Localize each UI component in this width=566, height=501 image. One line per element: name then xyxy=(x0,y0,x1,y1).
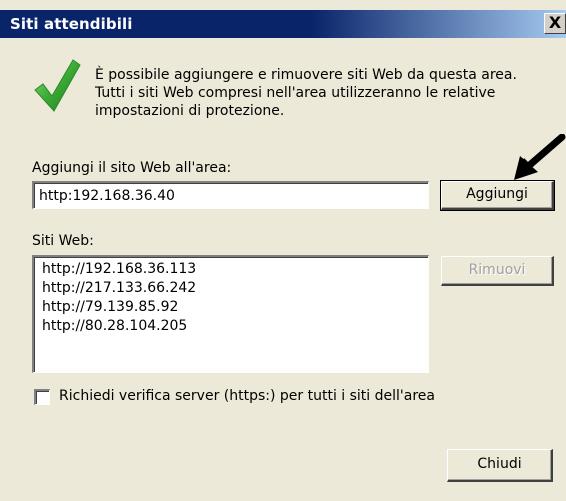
list-item[interactable]: http://192.168.36.113 xyxy=(42,260,420,279)
list-item[interactable]: http://217.133.66.242 xyxy=(42,279,420,298)
checkmark-icon xyxy=(34,59,81,112)
arrow-pointer-icon xyxy=(514,134,566,180)
close-button[interactable]: X xyxy=(544,13,566,34)
list-item[interactable]: http://79.139.85.92 xyxy=(42,298,420,317)
https-checkbox[interactable] xyxy=(34,389,50,405)
add-button[interactable]: Aggiungi xyxy=(440,180,555,211)
window-title: Siti attendibili xyxy=(10,15,133,33)
description-line: È possibile aggiungere e rimuovere siti … xyxy=(95,67,517,83)
zone-description: È possibile aggiungere e rimuovere siti … xyxy=(95,66,545,120)
websites-label: Siti Web: xyxy=(32,233,94,249)
site-url-input[interactable]: http:192.168.36.40 xyxy=(32,181,429,209)
add-site-label: Aggiungi il sito Web all'area: xyxy=(32,160,232,176)
description-line: impostazioni di protezione. xyxy=(95,103,285,119)
title-bar[interactable]: Siti attendibili X xyxy=(0,10,566,38)
websites-list[interactable]: http://192.168.36.113 http://217.133.66.… xyxy=(32,255,429,373)
list-item[interactable]: http://80.28.104.205 xyxy=(42,317,420,336)
dialog-window: Siti attendibili X È possibile aggiunger… xyxy=(0,0,566,501)
https-checkbox-label[interactable]: Richiedi verifica server (https:) per tu… xyxy=(59,388,435,404)
remove-button[interactable]: Rimuovi xyxy=(441,256,554,286)
description-line: Tutti i siti Web compresi nell'area util… xyxy=(95,85,496,101)
close-dialog-button[interactable]: Chiudi xyxy=(447,449,553,482)
